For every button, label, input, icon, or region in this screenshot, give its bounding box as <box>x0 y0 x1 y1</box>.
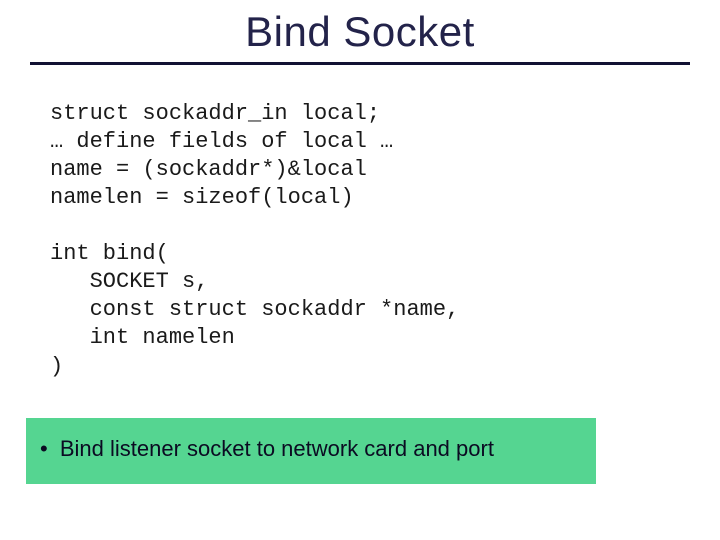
slide-title: Bind Socket <box>30 8 690 64</box>
note-callout: • Bind listener socket to network card a… <box>26 418 596 484</box>
note-text: Bind listener socket to network card and… <box>60 436 494 461</box>
title-underline <box>30 62 690 65</box>
code-block-setup: struct sockaddr_in local; … define field… <box>50 100 393 213</box>
slide: Bind Socket struct sockaddr_in local; … … <box>0 0 720 540</box>
title-area: Bind Socket <box>0 8 720 71</box>
bullet-icon: • <box>40 436 48 462</box>
code-block-bind-signature: int bind( SOCKET s, const struct sockadd… <box>50 240 459 381</box>
